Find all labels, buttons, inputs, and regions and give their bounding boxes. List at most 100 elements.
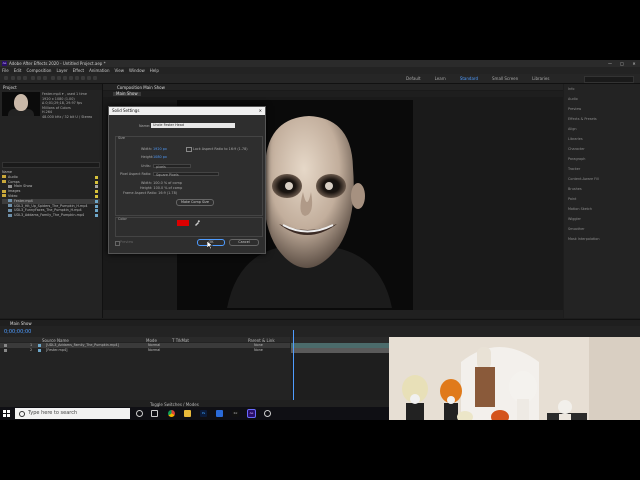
rectangle-tool-icon[interactable] (51, 76, 55, 80)
tab-main-show-timeline[interactable]: Main Show (10, 321, 32, 326)
camera-tool-icon[interactable] (37, 76, 41, 80)
color-swatch[interactable] (177, 220, 189, 226)
layer-row[interactable]: 2 [Fester.mp4] Normal None (0, 348, 290, 353)
label-color-chip[interactable] (95, 185, 98, 189)
panel-motion-sketch[interactable]: Motion Sketch (568, 207, 592, 211)
menu-composition[interactable]: Composition (26, 68, 51, 73)
after-effects-icon[interactable]: Ae (247, 409, 256, 418)
height-value[interactable]: 1080 px (153, 155, 167, 159)
panel-align[interactable]: Align (568, 127, 577, 131)
panel-wiggler[interactable]: Wiggler (568, 217, 581, 221)
layer-label-color[interactable] (38, 349, 41, 352)
layer-mode[interactable]: Normal (148, 348, 160, 353)
pixel-aspect-dropdown[interactable]: Square Pixels (153, 172, 219, 177)
menu-window[interactable]: Window (129, 68, 145, 73)
layer-name[interactable]: [Fester.mp4] (46, 348, 67, 353)
label-color-chip[interactable] (95, 204, 98, 208)
make-comp-size-button[interactable]: Make Comp Size (176, 199, 214, 206)
minimize-button[interactable]: — (604, 60, 616, 67)
roto-brush-tool-icon[interactable] (87, 76, 91, 80)
layer-label-color[interactable] (38, 344, 41, 347)
chrome-icon[interactable] (168, 410, 175, 417)
home-icon[interactable] (4, 76, 8, 80)
photoshop-icon[interactable]: Ps (200, 410, 207, 417)
tab-composition-main-show[interactable]: Composition Main Show (117, 85, 165, 90)
panel-tracker[interactable]: Tracker (568, 167, 580, 171)
clone-stamp-tool-icon[interactable] (75, 76, 79, 80)
menu-animation[interactable]: Animation (89, 68, 109, 73)
label-color-chip[interactable] (95, 180, 98, 184)
label-color-chip[interactable] (95, 209, 98, 213)
panel-character[interactable]: Character (568, 147, 585, 151)
visibility-eye-icon[interactable] (4, 344, 7, 347)
panel-info[interactable]: Info (568, 87, 574, 91)
column-mode[interactable]: Mode (146, 338, 157, 343)
panel-smoother[interactable]: Smoother (568, 227, 585, 231)
pen-tool-icon[interactable] (57, 76, 61, 80)
eyedropper-icon[interactable] (194, 220, 200, 226)
panel-effects-presets[interactable]: Effects & Presets (568, 117, 597, 121)
label-color-chip[interactable] (95, 214, 98, 218)
mail-icon[interactable] (216, 410, 223, 417)
menu-help[interactable]: Help (150, 68, 159, 73)
panel-mask-interpolation[interactable]: Mask Interpolation (568, 237, 600, 241)
menu-file[interactable]: File (2, 68, 9, 73)
taskbar-search-box[interactable]: Type here to search (15, 408, 130, 419)
layer-parent[interactable]: None (254, 348, 263, 353)
task-view-icon[interactable] (136, 410, 143, 417)
hand-tool-icon[interactable] (17, 76, 21, 80)
project-search-input[interactable] (2, 162, 100, 168)
panel-paragraph[interactable]: Paragraph (568, 157, 585, 161)
solid-name-input[interactable]: Uncle Fester Head (151, 123, 235, 128)
workspace-default[interactable]: Default (406, 76, 421, 81)
creative-cloud-icon[interactable]: Cc (232, 410, 239, 417)
workspace-learn[interactable]: Learn (435, 76, 446, 81)
windows-start-icon[interactable] (3, 410, 10, 417)
close-window-button[interactable]: ✕ (628, 60, 640, 67)
project-item-addams[interactable]: UDL3_Addams_Family_The_Pumpkin.mp4 (2, 213, 100, 218)
menu-effect[interactable]: Effect (73, 68, 85, 73)
cancel-button[interactable]: Cancel (229, 239, 259, 246)
units-dropdown[interactable]: pixels (153, 164, 191, 169)
panel-content-aware-fill[interactable]: Content-Aware Fill (568, 177, 599, 181)
search-help-input[interactable] (584, 76, 634, 83)
selection-tool-icon[interactable] (11, 76, 15, 80)
type-tool-icon[interactable] (63, 76, 67, 80)
workspace-libraries[interactable]: Libraries (532, 76, 549, 81)
workspace-standard[interactable]: Standard (460, 76, 478, 81)
label-color-chip[interactable] (95, 175, 98, 179)
workspace-small-screen[interactable]: Small Screen (492, 76, 518, 81)
menu-view[interactable]: View (115, 68, 125, 73)
dialog-close-button[interactable]: ✕ (259, 107, 262, 115)
panel-brushes[interactable]: Brushes (568, 187, 582, 191)
label-color-chip[interactable] (95, 190, 98, 194)
panel-libraries[interactable]: Libraries (568, 137, 583, 141)
panel-preview[interactable]: Preview (568, 107, 581, 111)
menu-edit[interactable]: Edit (14, 68, 22, 73)
column-parent[interactable]: Parent & Link (248, 338, 275, 343)
comp-subtab-main-show[interactable]: Main Show (113, 92, 141, 96)
puppet-tool-icon[interactable] (93, 76, 97, 80)
pan-behind-tool-icon[interactable] (43, 76, 47, 80)
column-trkmat[interactable]: T TrkMat (172, 338, 189, 343)
task-view-icon[interactable] (151, 410, 158, 417)
eraser-tool-icon[interactable] (81, 76, 85, 80)
rotate-tool-icon[interactable] (31, 76, 35, 80)
menu-layer[interactable]: Layer (56, 68, 67, 73)
obs-icon[interactable] (264, 410, 271, 417)
width-value[interactable]: 1920 px (153, 147, 167, 151)
panel-paint[interactable]: Paint (568, 197, 576, 201)
file-explorer-icon[interactable] (184, 410, 191, 417)
label-color-chip[interactable] (95, 199, 98, 203)
brush-tool-icon[interactable] (69, 76, 73, 80)
current-time-display[interactable]: 0;00;00;00 (4, 329, 31, 335)
tab-project[interactable]: Project (3, 85, 17, 90)
label-color-chip[interactable] (95, 194, 98, 198)
zoom-tool-icon[interactable] (23, 76, 27, 80)
maximize-button[interactable]: □ (616, 60, 628, 67)
playhead[interactable] (293, 330, 294, 406)
visibility-eye-icon[interactable] (4, 349, 7, 352)
column-source-name[interactable]: Source Name (42, 338, 69, 343)
lock-aspect-checkbox[interactable] (186, 147, 192, 152)
panel-audio[interactable]: Audio (568, 97, 578, 101)
